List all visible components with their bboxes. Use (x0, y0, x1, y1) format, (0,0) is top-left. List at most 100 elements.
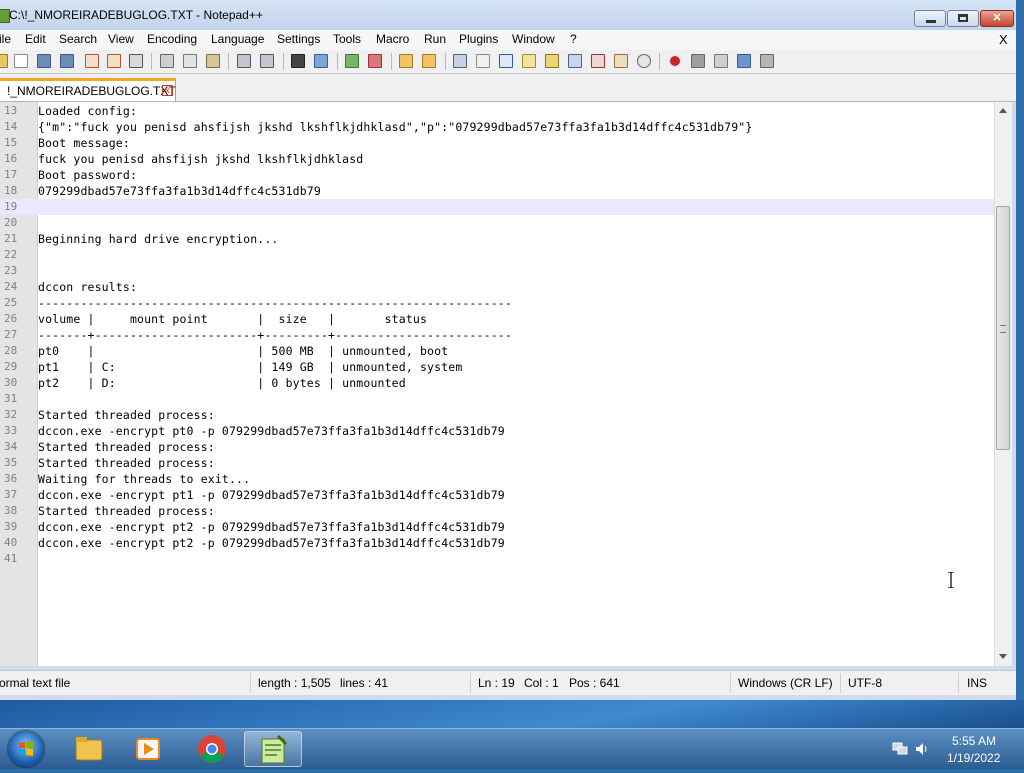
line-text[interactable]: pt0 | | 500 MB | unmounted, boot (38, 343, 448, 359)
save-macro-icon[interactable] (760, 54, 774, 68)
word-wrap-icon[interactable] (453, 54, 467, 68)
menu-help[interactable]: ? (570, 32, 577, 46)
line-text[interactable]: pt1 | C: | 149 GB | unmounted, system (38, 359, 462, 375)
show-all-chars-icon[interactable] (476, 54, 490, 68)
copy-icon[interactable] (183, 54, 197, 68)
line-text[interactable]: ----------------------------------------… (38, 295, 512, 311)
tab-close-icon[interactable]: x (162, 85, 173, 96)
minimize-button[interactable] (914, 10, 946, 27)
editor-line[interactable]: 13 Loaded config: (0, 103, 994, 119)
editor-line[interactable]: 18 079299dbad57e73ffa3fa1b3d14dffc4c531db… (0, 183, 994, 199)
editor-line[interactable]: 37 dccon.exe -encrypt pt1 -p 079299dbad57… (0, 487, 994, 503)
text-editor[interactable]: 13 Loaded config: 14 {"m":"fuck you penisd … (0, 102, 1012, 666)
menu-macro[interactable]: Macro (376, 32, 409, 46)
current-line[interactable]: 19 (0, 199, 994, 215)
editor-line[interactable]: 15 Boot message: (0, 135, 994, 151)
save-all-icon[interactable] (60, 54, 74, 68)
editor-line[interactable]: 23 (0, 263, 994, 279)
paste-icon[interactable] (206, 54, 220, 68)
line-text[interactable]: dccon.exe -encrypt pt1 -p 079299dbad57e7… (38, 487, 505, 503)
vertical-scrollbar[interactable] (994, 102, 1012, 666)
zoom-out-icon[interactable] (368, 54, 382, 68)
editor-line[interactable]: 26 volume | mount point | size | status (0, 311, 994, 327)
title-bar[interactable]: C:\!_NMOREIRADEBUGLOG.TXT - Notepad++ ✕ (0, 0, 1016, 30)
editor-line[interactable]: 21 Beginning hard drive encryption... (0, 231, 994, 247)
editor-line[interactable]: 16 fuck you penisd ahsfijsh jkshd lkshflk… (0, 151, 994, 167)
editor-line[interactable]: 33 dccon.exe -encrypt pt0 -p 079299dbad57… (0, 423, 994, 439)
editor-line[interactable]: 31 (0, 391, 994, 407)
line-text[interactable]: dccon.exe -encrypt pt2 -p 079299dbad57e7… (38, 535, 505, 551)
scroll-down-arrow-icon[interactable] (999, 654, 1007, 659)
status-encoding[interactable]: UTF-8 (848, 676, 882, 690)
clock-time[interactable]: 5:55 AM (952, 734, 996, 748)
menu-tools[interactable]: Tools (333, 32, 361, 46)
sync-vertical-icon[interactable] (399, 54, 413, 68)
line-text[interactable]: pt2 | D: | 0 bytes | unmounted (38, 375, 406, 391)
editor-line[interactable]: 30 pt2 | D: | 0 bytes | unmounted (0, 375, 994, 391)
scroll-up-arrow-icon[interactable] (999, 108, 1007, 113)
status-insert-mode[interactable]: INS (967, 676, 987, 690)
scrollbar-thumb[interactable] (996, 206, 1010, 450)
taskbar-media-player-button[interactable] (120, 731, 178, 767)
line-text[interactable]: Beginning hard drive encryption... (38, 231, 279, 247)
language-icon[interactable] (522, 54, 536, 68)
line-text[interactable]: Boot message: (38, 135, 130, 151)
menu-window[interactable]: Window (512, 32, 555, 46)
network-icon[interactable] (892, 742, 908, 756)
close-file-icon[interactable] (85, 54, 99, 68)
menu-encoding[interactable]: Encoding (147, 32, 197, 46)
replace-icon[interactable] (314, 54, 328, 68)
editor-line[interactable]: 25 --------------------------------------… (0, 295, 994, 311)
menu-plugins[interactable]: Plugins (459, 32, 498, 46)
editor-line[interactable]: 32 Started threaded process: (0, 407, 994, 423)
folder-workspace-icon[interactable] (614, 54, 628, 68)
line-text[interactable]: 079299dbad57e73ffa3fa1b3d14dffc4c531db79 (38, 183, 321, 199)
play-macro-icon[interactable] (714, 54, 728, 68)
sync-horizontal-icon[interactable] (422, 54, 436, 68)
editor-line[interactable]: 36 Waiting for threads to exit... (0, 471, 994, 487)
cut-icon[interactable] (160, 54, 174, 68)
stop-macro-icon[interactable] (691, 54, 705, 68)
monitoring-eye-icon[interactable] (637, 54, 651, 68)
taskbar-notepadpp-button[interactable] (244, 731, 302, 767)
menu-search[interactable]: Search (59, 32, 97, 46)
undo-icon[interactable] (237, 54, 251, 68)
redo-icon[interactable] (260, 54, 274, 68)
print-icon[interactable] (129, 54, 143, 68)
volume-icon[interactable] (914, 741, 930, 757)
taskbar-chrome-button[interactable] (183, 731, 241, 767)
document-map-icon[interactable] (568, 54, 582, 68)
editor-line[interactable]: 14 {"m":"fuck you penisd ahsfijsh jkshd l… (0, 119, 994, 135)
menu-language[interactable]: Language (211, 32, 264, 46)
start-button[interactable] (8, 731, 44, 767)
close-document-button[interactable]: X (999, 32, 1008, 47)
line-text[interactable]: Loaded config: (38, 103, 137, 119)
line-text[interactable]: Started threaded process: (38, 439, 215, 455)
line-text[interactable]: dccon.exe -encrypt pt0 -p 079299dbad57e7… (38, 423, 505, 439)
line-text[interactable]: dccon results: (38, 279, 137, 295)
taskbar-explorer-button[interactable] (60, 731, 118, 767)
line-text[interactable]: Waiting for threads to exit... (38, 471, 250, 487)
line-text[interactable]: fuck you penisd ahsfijsh jkshd lkshflkjd… (38, 151, 363, 167)
editor-line[interactable]: 40 dccon.exe -encrypt pt2 -p 079299dbad57… (0, 535, 994, 551)
editor-line[interactable]: 22 (0, 247, 994, 263)
editor-line[interactable]: 39 dccon.exe -encrypt pt2 -p 079299dbad57… (0, 519, 994, 535)
indent-guide-icon[interactable] (499, 54, 513, 68)
line-text[interactable]: volume | mount point | size | status (38, 311, 427, 327)
editor-line[interactable]: 27 -------+-----------------------+------… (0, 327, 994, 343)
editor-line[interactable]: 29 pt1 | C: | 149 GB | unmounted, system (0, 359, 994, 375)
line-text[interactable]: Started threaded process: (38, 455, 215, 471)
close-window-button[interactable]: ✕ (980, 10, 1014, 27)
function-list-icon[interactable] (545, 54, 559, 68)
save-icon[interactable] (37, 54, 51, 68)
line-text[interactable]: Boot password: (38, 167, 137, 183)
editor-line[interactable]: 41 (0, 551, 994, 567)
editor-line[interactable]: 20 (0, 215, 994, 231)
editor-line[interactable]: 35 Started threaded process: (0, 455, 994, 471)
line-text[interactable]: -------+-----------------------+--------… (38, 327, 512, 343)
menu-view[interactable]: View (108, 32, 134, 46)
close-all-icon[interactable] (107, 54, 121, 68)
menu-edit[interactable]: Edit (25, 32, 46, 46)
status-eol[interactable]: Windows (CR LF) (738, 676, 833, 690)
line-text[interactable]: Started threaded process: (38, 407, 215, 423)
